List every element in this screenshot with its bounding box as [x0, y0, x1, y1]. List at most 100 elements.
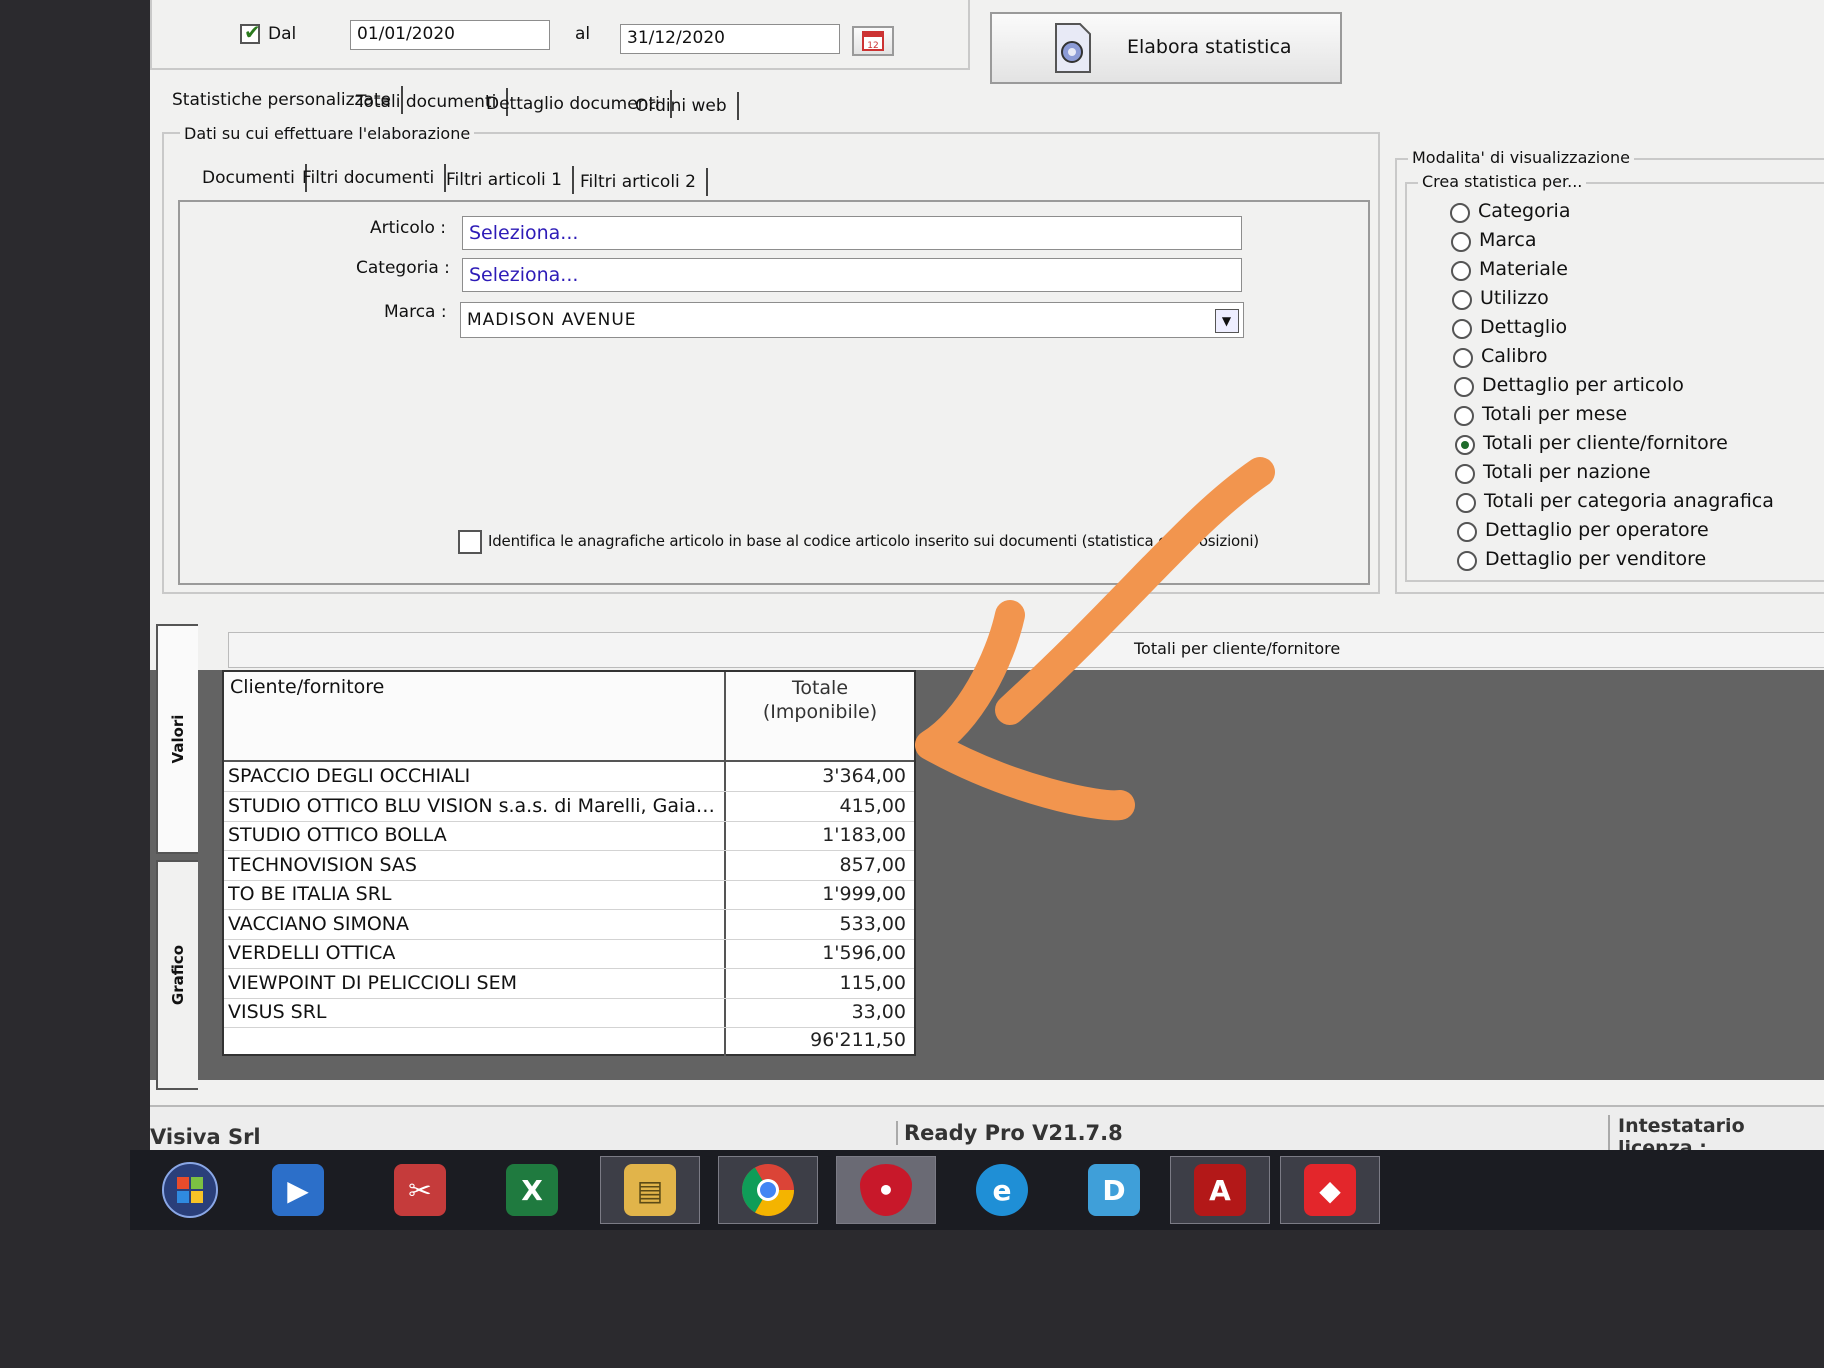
cell-client-name: VERDELLI OTTICA	[228, 942, 396, 964]
taskbar-acrobat[interactable]: A	[1170, 1156, 1270, 1224]
results-caption-bar: Totali per cliente/fornitore	[228, 632, 1824, 668]
tab-grafico-label: Grafico	[169, 944, 187, 1006]
calendar-icon: 12	[862, 31, 884, 51]
radio-option-label: Totali per nazione	[1483, 461, 1651, 483]
tab-filtri-documenti[interactable]: Filtri documenti	[292, 164, 447, 192]
col-header-total[interactable]: Totale (Imponibile)	[726, 672, 914, 762]
cell-total-value: 857,00	[839, 853, 906, 876]
radio-option-4[interactable]	[1452, 319, 1472, 339]
table-row[interactable]: VACCIANO SIMONA 533,00	[224, 910, 914, 940]
articolo-input[interactable]: Seleziona...	[462, 216, 1242, 250]
radio-option-label: Categoria	[1478, 200, 1571, 222]
taskbar-d-app[interactable]: D	[1064, 1156, 1164, 1224]
taskbar: ▶ ✂ X ▤ • e D A ◆	[130, 1150, 1824, 1230]
excel-icon: X	[506, 1164, 558, 1216]
radio-option-6[interactable]	[1454, 377, 1474, 397]
table-row[interactable]: TECHNOVISION SAS 857,00	[224, 851, 914, 881]
application-window: ✔ Dal 01/01/2020 al 31/12/2020 12 Elabor…	[150, 0, 1824, 1230]
radio-option-label: Totali per cliente/fornitore	[1483, 432, 1728, 454]
tab-ordini-web[interactable]: Ordini web	[625, 92, 739, 120]
al-date-input[interactable]: 31/12/2020	[620, 24, 840, 54]
table-row[interactable]: STUDIO OTTICO BOLLA 1'183,00	[224, 821, 914, 851]
chevron-down-icon[interactable]: ▼	[1215, 309, 1239, 333]
radio-option-3[interactable]	[1452, 290, 1472, 310]
tab-grafico[interactable]: Grafico	[156, 860, 198, 1090]
taskbar-snipping-tool[interactable]: ✂	[370, 1156, 470, 1224]
table-row[interactable]: TO BE ITALIA SRL 1'999,00	[224, 880, 914, 910]
tab-documenti[interactable]: Documenti	[192, 164, 307, 192]
marca-select[interactable]: MADISON AVENUE ▼	[460, 302, 1244, 338]
taskbar-excel[interactable]: X	[482, 1156, 582, 1224]
categoria-label: Categoria :	[356, 258, 450, 278]
table-row[interactable]: VIEWPOINT DI PELICCIOLI SEM 115,00	[224, 969, 914, 999]
media-player-icon: ▶	[272, 1164, 324, 1216]
radio-option-9[interactable]	[1455, 464, 1475, 484]
taskbar-file-explorer[interactable]: ▤	[600, 1156, 700, 1224]
cell-total-value: 1'596,00	[822, 942, 906, 964]
radio-option-1[interactable]	[1451, 232, 1471, 252]
identify-articles-checkbox[interactable]	[458, 530, 482, 554]
calendar-button[interactable]: 12	[852, 26, 894, 56]
radio-option-2[interactable]	[1451, 261, 1471, 281]
svg-text:12: 12	[867, 41, 878, 51]
taskbar-anydesk[interactable]: ◆	[1280, 1156, 1380, 1224]
display-mode-group-title: Modalita' di visualizzazione	[1408, 148, 1634, 167]
radio-option-11[interactable]	[1457, 522, 1477, 542]
cell-total-value: 3'364,00	[822, 765, 906, 787]
chrome-icon	[742, 1164, 794, 1216]
cell-client-name: TO BE ITALIA SRL	[228, 883, 392, 905]
col-header-client-label: Cliente/fornitore	[230, 676, 385, 698]
tab-filtri-articoli-2[interactable]: Filtri articoli 2	[570, 168, 708, 196]
table-row[interactable]: SPACCIO DEGLI OCCHIALI 3'364,00	[224, 762, 914, 792]
marca-selected-value: MADISON AVENUE	[467, 310, 637, 330]
identify-articles-label: Identifica le anagrafiche articolo in ba…	[488, 532, 1259, 550]
grand-total-value: 96'211,50	[810, 1029, 906, 1051]
al-label: al	[575, 24, 591, 44]
radio-option-8[interactable]	[1455, 435, 1475, 455]
articolo-label: Articolo :	[370, 218, 447, 238]
table-row[interactable]: STUDIO OTTICO BLU VISION s.a.s. di Marel…	[224, 792, 914, 822]
taskbar-edge[interactable]: e	[952, 1156, 1052, 1224]
tab-valori-label: Valori	[169, 714, 187, 764]
taskbar-chrome[interactable]	[718, 1156, 818, 1224]
status-company: Visiva Srl	[150, 1125, 261, 1149]
create-stat-subgroup-title: Crea statistica per...	[1418, 172, 1587, 191]
radio-option-label: Materiale	[1479, 258, 1568, 280]
col-header-total-label: Totale (Imponibile)	[762, 677, 878, 723]
radio-option-label: Utilizzo	[1480, 287, 1549, 309]
radio-option-0[interactable]	[1450, 203, 1470, 223]
table-row[interactable]: VERDELLI OTTICA 1'596,00	[224, 939, 914, 969]
categoria-input[interactable]: Seleziona...	[462, 258, 1242, 292]
radio-option-7[interactable]	[1454, 406, 1474, 426]
radio-option-label: Totali per mese	[1482, 403, 1628, 425]
col-header-client[interactable]: Cliente/fornitore	[224, 672, 726, 762]
taskbar-media-player[interactable]: ▶	[248, 1156, 348, 1224]
radio-option-12[interactable]	[1457, 551, 1477, 571]
file-explorer-icon: ▤	[624, 1164, 676, 1216]
cell-total-value: 115,00	[839, 971, 906, 994]
start-button[interactable]	[140, 1156, 240, 1224]
cell-client-name: STUDIO OTTICO BLU VISION s.a.s. di Marel…	[228, 794, 718, 817]
taskbar-ready-pro[interactable]: •	[836, 1156, 936, 1224]
cell-total-value: 33,00	[851, 1001, 906, 1023]
radio-option-label: Marca	[1479, 229, 1537, 251]
radio-option-label: Dettaglio per venditore	[1485, 548, 1707, 570]
tab-valori[interactable]: Valori	[156, 624, 198, 854]
cell-client-name: VIEWPOINT DI PELICCIOLI SEM	[228, 971, 517, 994]
dal-checkbox[interactable]: ✔	[240, 20, 261, 44]
radio-option-10[interactable]	[1456, 493, 1476, 513]
tab-filtri-articoli-1[interactable]: Filtri articoli 1	[436, 166, 574, 194]
radio-option-label: Dettaglio per articolo	[1482, 374, 1684, 396]
radio-option-label: Calibro	[1481, 345, 1548, 367]
cell-client-name: VISUS SRL	[228, 1001, 327, 1023]
start-orb-icon	[162, 1162, 218, 1218]
radio-option-5[interactable]	[1453, 348, 1473, 368]
cell-total-value: 1'999,00	[822, 883, 906, 905]
strawberry-app-icon: •	[860, 1164, 912, 1216]
gear-document-icon	[1055, 23, 1091, 73]
table-row[interactable]: VISUS SRL 33,00	[224, 998, 914, 1028]
marca-label: Marca :	[384, 302, 447, 322]
process-statistics-label: Elabora statistica	[1127, 36, 1292, 58]
process-statistics-button[interactable]: Elabora statistica	[990, 12, 1342, 84]
dal-date-input[interactable]: 01/01/2020	[350, 20, 550, 50]
